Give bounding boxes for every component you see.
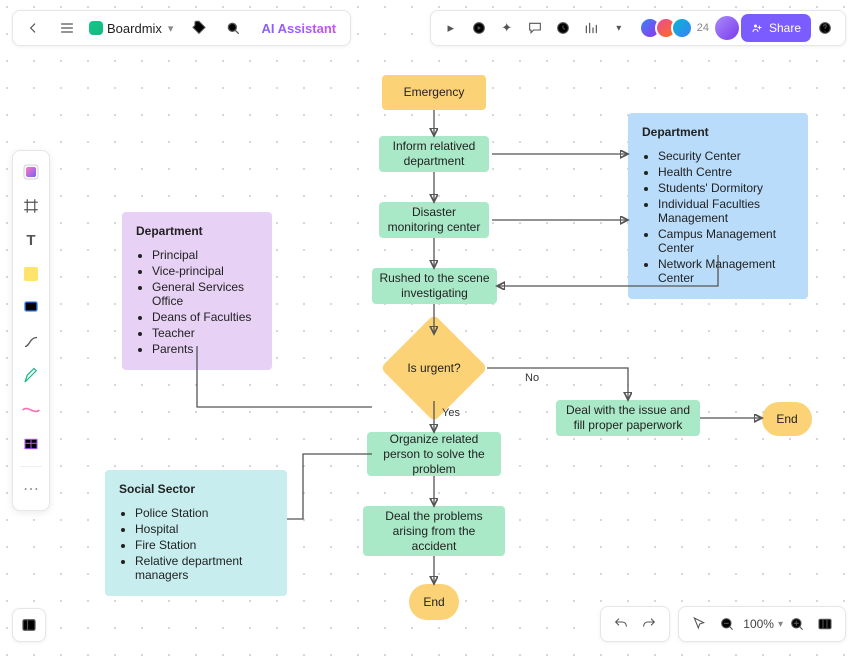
sticky-note-icon[interactable] [16,259,46,289]
zoom-value: 100% [741,617,776,631]
shape-icon[interactable] [16,293,46,323]
pointer-tool-button[interactable] [685,610,713,638]
edge-label-no: No [525,372,539,384]
zoom-out-button[interactable] [713,610,741,638]
zoom-in-button[interactable] [783,610,811,638]
edges [0,0,858,660]
zoom-level-dropdown[interactable]: 100% ▾ [741,610,783,638]
frame-icon[interactable] [16,191,46,221]
bottom-toolbar: 100% ▾ [600,606,846,642]
table-icon[interactable] [16,429,46,459]
left-toolbar: T ⋯ [12,150,50,511]
connector-icon[interactable] [16,327,46,357]
edge-label-yes: Yes [442,407,460,419]
assets-icon[interactable] [16,157,46,187]
highlighter-icon[interactable] [16,395,46,425]
redo-button[interactable] [635,610,663,638]
text-icon[interactable]: T [16,225,46,255]
more-tools-button[interactable]: ⋯ [16,474,46,504]
pen-icon[interactable] [16,361,46,391]
flowchart: Emergency Inform relatived department Di… [0,0,858,660]
undo-button[interactable] [607,610,635,638]
fit-view-button[interactable] [811,610,839,638]
